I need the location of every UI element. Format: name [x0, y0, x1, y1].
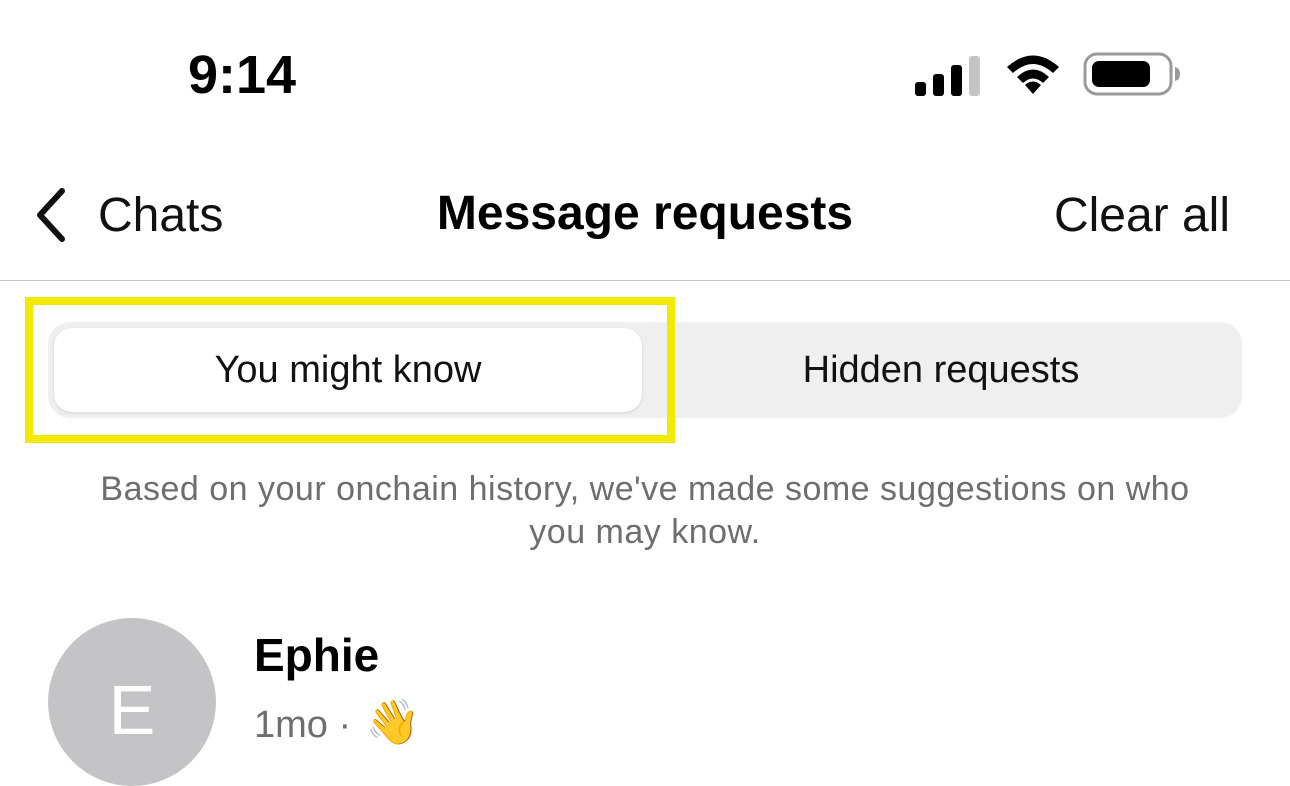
- chevron-left-icon: [37, 188, 65, 242]
- avatar: E: [48, 618, 216, 786]
- message-meta: 1mo · 👋: [254, 696, 421, 748]
- contact-name: Ephie: [254, 629, 380, 681]
- tab-you-might-know[interactable]: You might know: [54, 328, 642, 412]
- back-button-label: Chats: [98, 188, 224, 242]
- meta-separator: ·: [338, 704, 352, 746]
- message-preview: 👋: [365, 698, 421, 747]
- avatar-initial: E: [108, 671, 156, 749]
- status-time: 9:14: [188, 45, 297, 105]
- clear-all-button[interactable]: Clear all: [1054, 188, 1230, 243]
- back-button[interactable]: Chats: [30, 180, 223, 250]
- navigation-bar: Chats Message requests Clear all: [0, 150, 1290, 280]
- request-tabs: You might know Hidden requests: [48, 322, 1242, 418]
- cellular-signal-icon: [915, 56, 980, 96]
- battery-icon: [1083, 52, 1180, 96]
- suggestions-description: Based on your onchain history, we've mad…: [100, 470, 1190, 551]
- wifi-icon: [1007, 55, 1059, 94]
- message-time: 1mo: [254, 704, 328, 746]
- tab-hidden-requests[interactable]: Hidden requests: [646, 328, 1236, 412]
- status-bar: 9:14: [0, 0, 1290, 140]
- nav-divider: [0, 280, 1290, 281]
- request-list-item[interactable]: E Ephie 1mo · 👋: [0, 600, 1290, 786]
